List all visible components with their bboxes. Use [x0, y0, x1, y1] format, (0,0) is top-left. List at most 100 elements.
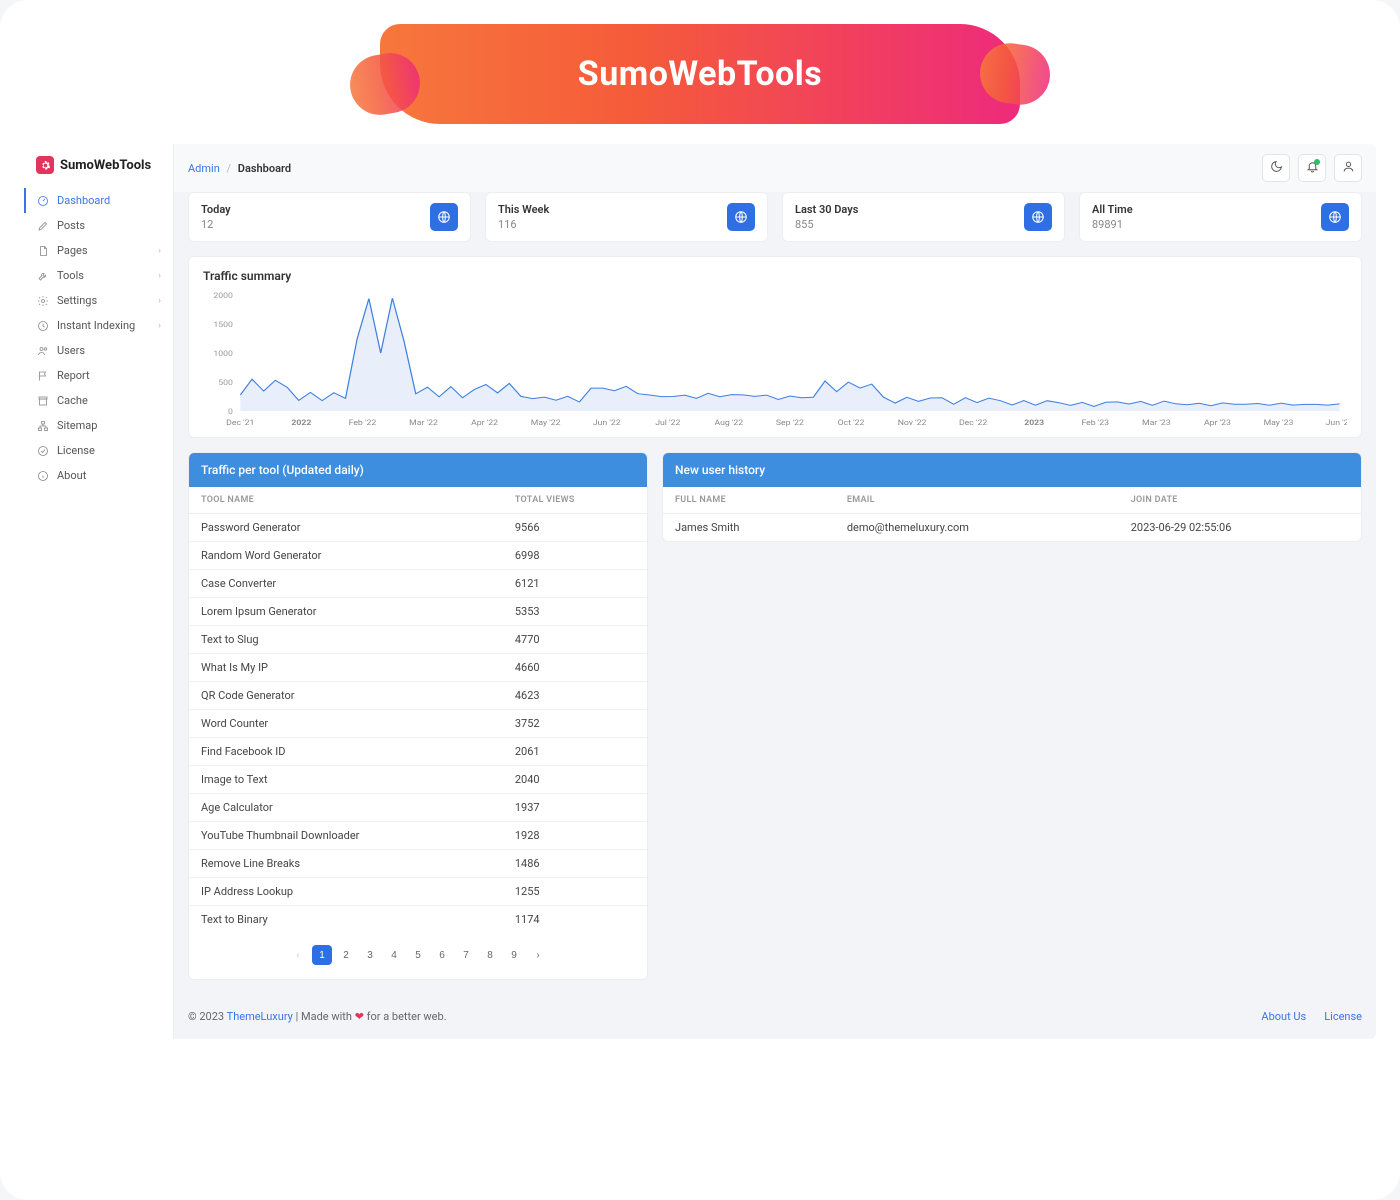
sidebar-item-tools[interactable]: Tools› [24, 263, 173, 288]
tool-views-cell: 1486 [503, 850, 647, 878]
tool-views-cell: 1174 [503, 906, 647, 934]
notification-dot [1314, 159, 1320, 165]
svg-text:Jul '22: Jul '22 [655, 419, 681, 427]
sidebar-item-cache[interactable]: Cache [24, 388, 173, 413]
stat-card-today: Today12 [188, 192, 471, 242]
chevron-right-icon: › [158, 296, 161, 306]
chevron-right-icon: › [158, 271, 161, 281]
table-row[interactable]: Age Calculator1937 [189, 794, 647, 822]
page-3[interactable]: 3 [360, 945, 380, 965]
table-row[interactable]: Find Facebook ID2061 [189, 738, 647, 766]
traffic-chart-card: Traffic summary 0500100015002000Dec '212… [188, 256, 1362, 438]
page-1[interactable]: 1 [312, 945, 332, 965]
table-row[interactable]: YouTube Thumbnail Downloader1928 [189, 822, 647, 850]
sidebar-item-posts[interactable]: Posts [24, 213, 173, 238]
breadcrumb-root[interactable]: Admin [188, 162, 220, 175]
tool-views-cell: 4623 [503, 682, 647, 710]
svg-text:2022: 2022 [291, 419, 311, 427]
gauge-icon [36, 194, 49, 207]
svg-text:May '22: May '22 [531, 419, 561, 427]
moon-icon [1270, 160, 1283, 176]
tool-name-cell: Random Word Generator [189, 542, 503, 570]
users-panel-title: New user history [663, 453, 1361, 487]
table-row[interactable]: Remove Line Breaks1486 [189, 850, 647, 878]
footer-about-link[interactable]: About Us [1261, 1010, 1306, 1023]
sidebar-item-label: Cache [57, 394, 88, 407]
table-row[interactable]: Password Generator9566 [189, 514, 647, 542]
sitemap-icon [36, 419, 49, 432]
stat-label: Today [201, 203, 231, 216]
footer-license-link[interactable]: License [1324, 1010, 1362, 1023]
sidebar-item-dashboard[interactable]: Dashboard [24, 188, 173, 213]
page-2[interactable]: 2 [336, 945, 356, 965]
footer-links: About Us License [1261, 1010, 1362, 1023]
tool-name-cell: Password Generator [189, 514, 503, 542]
stat-label: This Week [498, 203, 549, 216]
sidebar-item-label: Instant Indexing [57, 319, 135, 332]
svg-text:May '23: May '23 [1264, 419, 1294, 427]
breadcrumb-current: Dashboard [238, 162, 291, 175]
table-row[interactable]: Text to Binary1174 [189, 906, 647, 934]
page-next[interactable]: › [528, 945, 548, 965]
dark-mode-button[interactable] [1262, 154, 1290, 182]
table-row[interactable]: Lorem Ipsum Generator5353 [189, 598, 647, 626]
top-actions [1262, 154, 1362, 182]
globe-icon[interactable] [1321, 203, 1349, 231]
table-row[interactable]: QR Code Generator4623 [189, 682, 647, 710]
users-table: FULL NAMEEMAILJOIN DATE James Smithdemo@… [663, 487, 1361, 541]
sidebar-item-report[interactable]: Report [24, 363, 173, 388]
page-prev[interactable]: ‹ [288, 945, 308, 965]
page-7[interactable]: 7 [456, 945, 476, 965]
breadcrumb-sep: / [227, 162, 232, 175]
table-row[interactable]: James Smithdemo@themeluxury.com2023-06-2… [663, 514, 1361, 542]
svg-text:Dec '21: Dec '21 [226, 419, 254, 427]
svg-text:Aug '22: Aug '22 [715, 419, 744, 427]
table-header: FULL NAME [663, 487, 835, 514]
sidebar-item-pages[interactable]: Pages› [24, 238, 173, 263]
stat-value: 116 [498, 218, 549, 231]
notifications-button[interactable] [1298, 154, 1326, 182]
footer: © 2023 ThemeLuxury | Made with ❤ for a b… [174, 994, 1376, 1039]
sidebar-item-sitemap[interactable]: Sitemap [24, 413, 173, 438]
sidebar-item-users[interactable]: Users [24, 338, 173, 363]
table-row[interactable]: Random Word Generator6998 [189, 542, 647, 570]
globe-icon[interactable] [1024, 203, 1052, 231]
page-9[interactable]: 9 [504, 945, 524, 965]
sidebar-item-about[interactable]: About [24, 463, 173, 488]
sidebar-item-label: Pages [57, 244, 88, 257]
brand[interactable]: SumoWebTools [24, 144, 173, 188]
sidebar-item-label: Users [57, 344, 85, 357]
globe-icon[interactable] [727, 203, 755, 231]
sidebar-item-license[interactable]: License [24, 438, 173, 463]
tool-name-cell: Lorem Ipsum Generator [189, 598, 503, 626]
table-header: EMAIL [835, 487, 1119, 514]
stats-row: Today12This Week116Last 30 Days855All Ti… [188, 192, 1362, 242]
sidebar-item-label: Sitemap [57, 419, 97, 432]
user-menu-button[interactable] [1334, 154, 1362, 182]
footer-suffix: for a better web. [364, 1010, 447, 1023]
archive-icon [36, 394, 49, 407]
page-8[interactable]: 8 [480, 945, 500, 965]
brand-icon [36, 156, 54, 174]
page-4[interactable]: 4 [384, 945, 404, 965]
svg-text:Feb '23: Feb '23 [1081, 419, 1109, 427]
footer-mid: | Made with [293, 1010, 355, 1023]
table-row[interactable]: What Is My IP4660 [189, 654, 647, 682]
table-row[interactable]: Text to Slug4770 [189, 626, 647, 654]
footer-brand-link[interactable]: ThemeLuxury [227, 1010, 293, 1023]
footer-year: © 2023 [188, 1010, 227, 1023]
sidebar-item-instant-indexing[interactable]: Instant Indexing› [24, 313, 173, 338]
table-row[interactable]: Case Converter6121 [189, 570, 647, 598]
table-row[interactable]: IP Address Lookup1255 [189, 878, 647, 906]
tool-views-cell: 4660 [503, 654, 647, 682]
table-row[interactable]: Word Counter3752 [189, 710, 647, 738]
table-row[interactable]: Image to Text2040 [189, 766, 647, 794]
globe-icon[interactable] [430, 203, 458, 231]
svg-text:Nov '22: Nov '22 [898, 419, 927, 427]
tool-name-cell: Text to Binary [189, 906, 503, 934]
sidebar-item-settings[interactable]: Settings› [24, 288, 173, 313]
page-6[interactable]: 6 [432, 945, 452, 965]
svg-text:Sep '22: Sep '22 [776, 419, 805, 427]
breadcrumb: Admin / Dashboard [188, 162, 291, 175]
page-5[interactable]: 5 [408, 945, 428, 965]
